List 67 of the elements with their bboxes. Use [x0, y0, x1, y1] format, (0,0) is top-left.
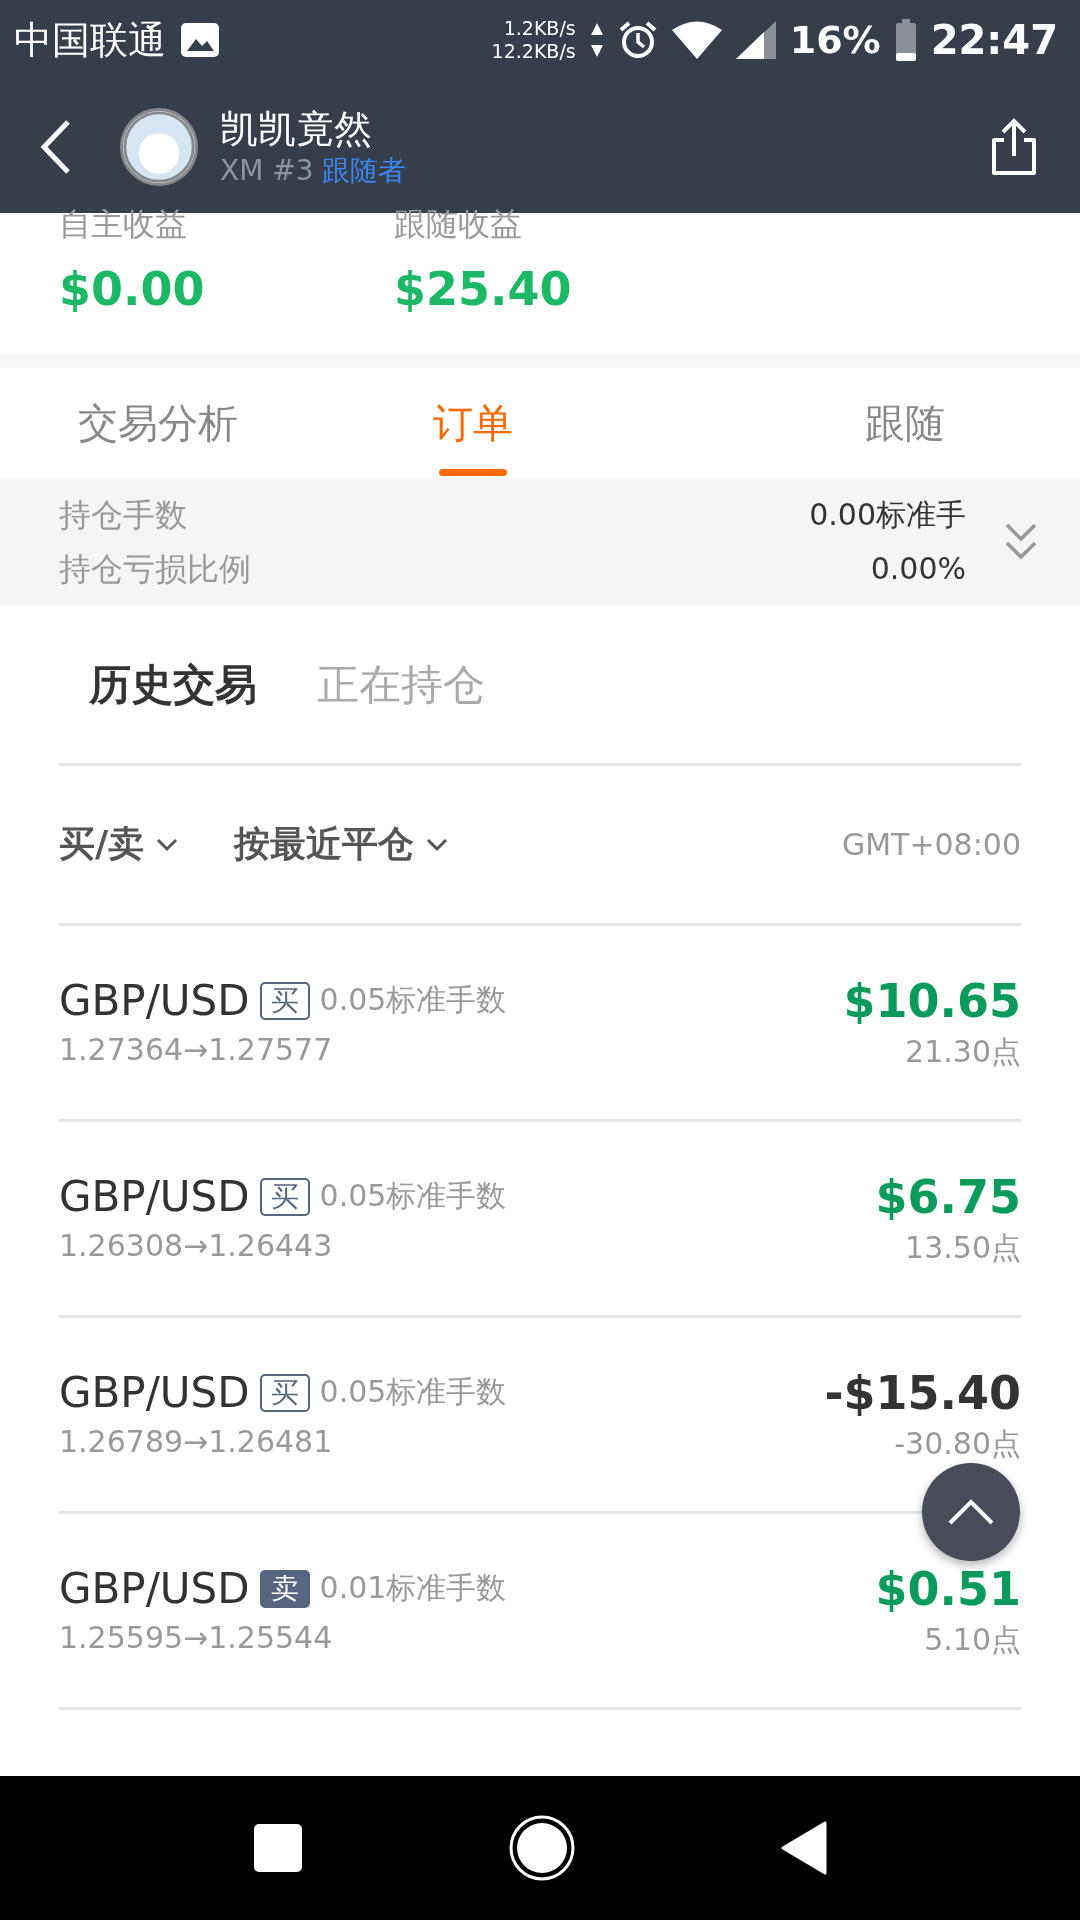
- summary-value: $25.40: [394, 261, 573, 317]
- filter-dropdown[interactable]: 买/卖: [59, 820, 179, 869]
- stat-label: 持仓手数: [59, 495, 187, 536]
- back-nav-button[interactable]: [781, 1821, 827, 1875]
- image-icon: [180, 22, 220, 58]
- download-speed: 12.2KB/s: [491, 40, 576, 63]
- tab[interactable]: 正在持仓: [317, 656, 485, 713]
- profit-points: 5.10点: [924, 1620, 1021, 1659]
- battery-icon: [894, 19, 917, 61]
- recents-button[interactable]: [253, 1823, 303, 1873]
- timezone-label: GMT+08:00: [841, 827, 1021, 862]
- caret-icon: [156, 837, 179, 852]
- wifi-icon: [671, 21, 722, 59]
- side-tag: 买: [259, 981, 310, 1020]
- price-change: 1.26308→1.26443: [59, 1226, 334, 1265]
- lot-size: 0.05标准手数: [319, 1177, 507, 1215]
- tab[interactable]: 跟随: [630, 368, 1080, 478]
- caret-icon: [426, 837, 449, 852]
- chevron-up-icon: [947, 1498, 995, 1526]
- share-icon: [990, 117, 1038, 176]
- tab[interactable]: 历史交易: [89, 656, 257, 713]
- battery-level: 16%: [789, 18, 881, 62]
- lot-size: 0.05标准手数: [319, 1373, 507, 1411]
- profit-amount: $6.75: [875, 1169, 1021, 1224]
- home-button[interactable]: [509, 1815, 575, 1881]
- share-button[interactable]: [990, 117, 1038, 176]
- profit-points: 13.50点: [905, 1228, 1021, 1267]
- clock-time: 22:47: [930, 17, 1058, 63]
- user-name: 凯凯竟然: [220, 105, 373, 153]
- tab[interactable]: 订单: [315, 368, 630, 478]
- back-button[interactable]: [40, 118, 72, 175]
- scroll-top-button[interactable]: [922, 1463, 1020, 1561]
- carrier-name: 中国联通: [14, 16, 166, 64]
- triangle-icon: [781, 1821, 827, 1875]
- upload-speed: 1.2KB/s: [503, 17, 576, 40]
- currency-pair: GBP/USD: [59, 1171, 250, 1222]
- chevron-left-icon: [40, 118, 72, 175]
- lot-size: 0.05标准手数: [319, 981, 507, 1019]
- account-label: XM #3: [220, 153, 314, 187]
- currency-pair: GBP/USD: [59, 975, 250, 1026]
- role-label: 跟随者: [322, 153, 407, 187]
- summary-value: $0.00: [59, 261, 206, 317]
- stat-label: 持仓亏损比例: [59, 549, 251, 590]
- profit-points: -30.80点: [894, 1424, 1021, 1463]
- currency-pair: GBP/USD: [59, 1563, 250, 1614]
- filter-dropdown[interactable]: 按最近平仓: [234, 820, 449, 869]
- side-tag: 买: [259, 1373, 310, 1412]
- price-change: 1.25595→1.25544: [59, 1618, 334, 1657]
- tab[interactable]: 交易分析: [0, 368, 315, 478]
- price-change: 1.27364→1.27577: [59, 1030, 334, 1069]
- currency-pair: GBP/USD: [59, 1367, 250, 1418]
- alarm-icon: [617, 20, 658, 60]
- side-tag: 买: [259, 1177, 310, 1216]
- transfer-arrows-icon: [589, 21, 604, 59]
- stat-value: 0.00%: [870, 550, 966, 588]
- summary-label: 跟随收益: [394, 209, 523, 239]
- profit-amount: $10.65: [843, 973, 1021, 1028]
- lot-size: 0.01标准手数: [319, 1569, 507, 1607]
- profit-amount: -$15.40: [824, 1365, 1021, 1420]
- profit-amount: $0.51: [875, 1561, 1021, 1616]
- signal-icon: [735, 21, 776, 59]
- stat-value: 0.00标准手: [809, 496, 966, 534]
- square-icon: [253, 1823, 303, 1873]
- side-tag: 卖: [259, 1569, 310, 1608]
- profit-points: 21.30点: [905, 1032, 1021, 1071]
- circle-icon: [509, 1815, 575, 1881]
- price-change: 1.26789→1.26481: [59, 1422, 334, 1461]
